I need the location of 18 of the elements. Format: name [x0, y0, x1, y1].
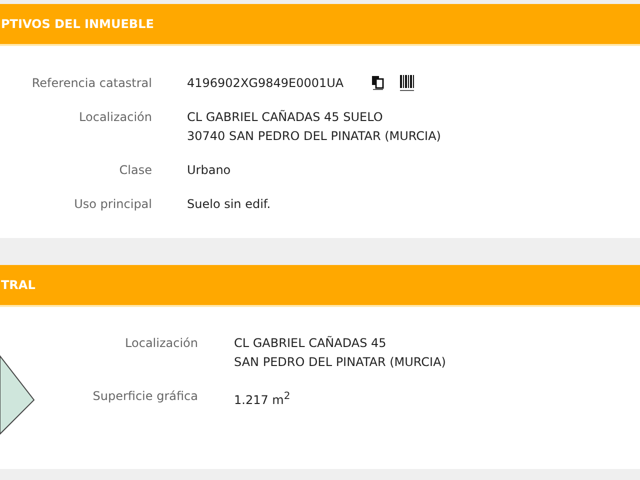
field-label: Uso principal [73, 196, 152, 213]
copy-icon[interactable] [371, 75, 385, 90]
field-value: Suelo sin edif. [187, 196, 271, 213]
field-value: 1.217 m$^{2}$ [234, 390, 290, 409]
field-value: 30740 SAN PEDRO DEL PINATAR (MURCIA) [187, 128, 441, 145]
field-label: Localización [124, 335, 198, 352]
barcode-icon[interactable] [399, 75, 415, 92]
field-label: Localización [78, 109, 152, 126]
field-value: CL GABRIEL CAÑADAS 45 [234, 335, 386, 352]
field-value: SAN PEDRO DEL PINATAR (MURCIA) [234, 354, 446, 371]
field-label: Referencia catastral [30, 75, 152, 92]
field-value: Urbano [187, 162, 231, 179]
field-value: CL GABRIEL CAÑADAS 45 SUELO [187, 109, 383, 126]
field-value: 4196902XG9849E0001UA [187, 75, 344, 92]
field-label: Superficie gráfica [92, 388, 198, 405]
section-title: TRAL [1, 278, 36, 292]
section-title: PTIVOS DEL INMUEBLE [1, 17, 154, 31]
field-label: Clase [118, 162, 152, 179]
